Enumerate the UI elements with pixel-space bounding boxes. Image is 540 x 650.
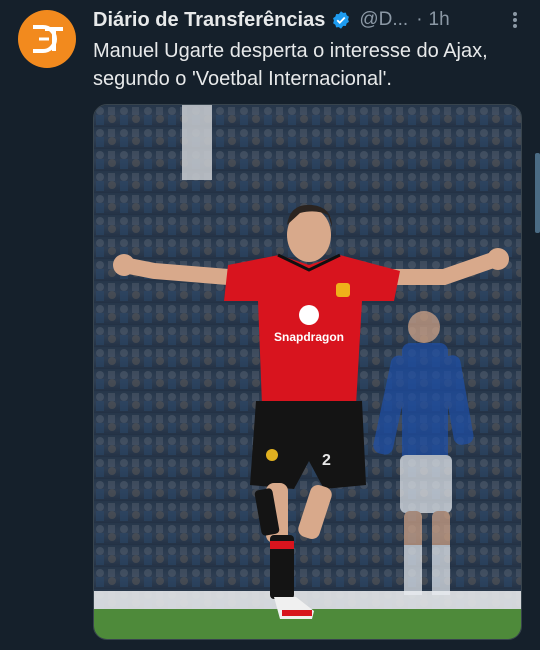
timestamp[interactable]: 1h: [429, 9, 450, 31]
tweet[interactable]: Diário de Transferências @D... · 1h Manu…: [0, 0, 540, 650]
verified-badge-icon: [331, 10, 351, 30]
separator-dot: ·: [416, 9, 423, 30]
shirt-number: 2: [322, 452, 331, 469]
tweet-photo[interactable]: Snapdragon 2: [93, 104, 522, 640]
stadium-pillar: [182, 105, 212, 180]
shirt-sponsor: Snapdragon: [274, 330, 344, 344]
display-name[interactable]: Diário de Transferências: [93, 9, 325, 32]
dt-logo-icon: [33, 25, 63, 53]
scrollbar-thumb[interactable]: [535, 153, 540, 233]
tweet-text: Manuel Ugarte desperta o interesse do Aj…: [93, 40, 488, 90]
avatar[interactable]: [18, 10, 76, 68]
more-vertical-icon[interactable]: [504, 9, 526, 31]
handle[interactable]: @D...: [359, 9, 408, 31]
tweet-header: Diário de Transferências @D... · 1h: [93, 6, 526, 34]
